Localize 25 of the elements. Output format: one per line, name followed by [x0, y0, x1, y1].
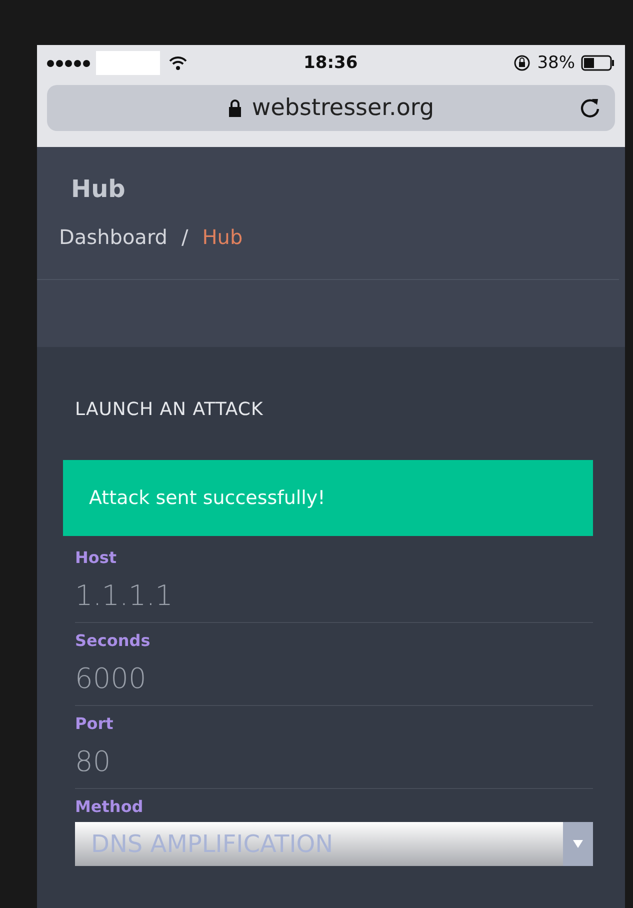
- field-label: Port: [75, 714, 114, 733]
- wifi-icon: [168, 56, 188, 70]
- redaction-block: [96, 51, 160, 75]
- reload-icon[interactable]: [579, 97, 601, 119]
- field-label: Host: [75, 548, 118, 567]
- input-field[interactable]: 1.1.1.1: [75, 567, 593, 623]
- address-bar[interactable]: webstresser.org: [47, 85, 615, 131]
- input-field[interactable]: 6000: [75, 650, 593, 706]
- clock-time: 18:36: [302, 53, 359, 73]
- field-label: Seconds: [75, 631, 152, 650]
- breadcrumb-separator: /: [182, 225, 188, 249]
- breadcrumb-link[interactable]: Hub: [202, 225, 243, 249]
- success-alert: Attack sent successfully!: [63, 460, 593, 536]
- lock-icon: [228, 99, 242, 117]
- url-text: webstresser.org: [252, 95, 434, 121]
- section-title: LAUNCH AN ATTACK: [75, 399, 264, 420]
- input-field[interactable]: 80: [75, 733, 593, 789]
- battery-percent: 38%: [537, 53, 575, 73]
- rotation-lock-icon: [513, 54, 532, 72]
- breadcrumb-link[interactable]: Dashboard: [59, 225, 168, 249]
- caret-icon: [572, 839, 584, 849]
- battery-icon: [581, 55, 615, 71]
- field-label: Method: [75, 797, 144, 816]
- page-title: Hub: [71, 175, 126, 203]
- signal-icon: [47, 60, 90, 66]
